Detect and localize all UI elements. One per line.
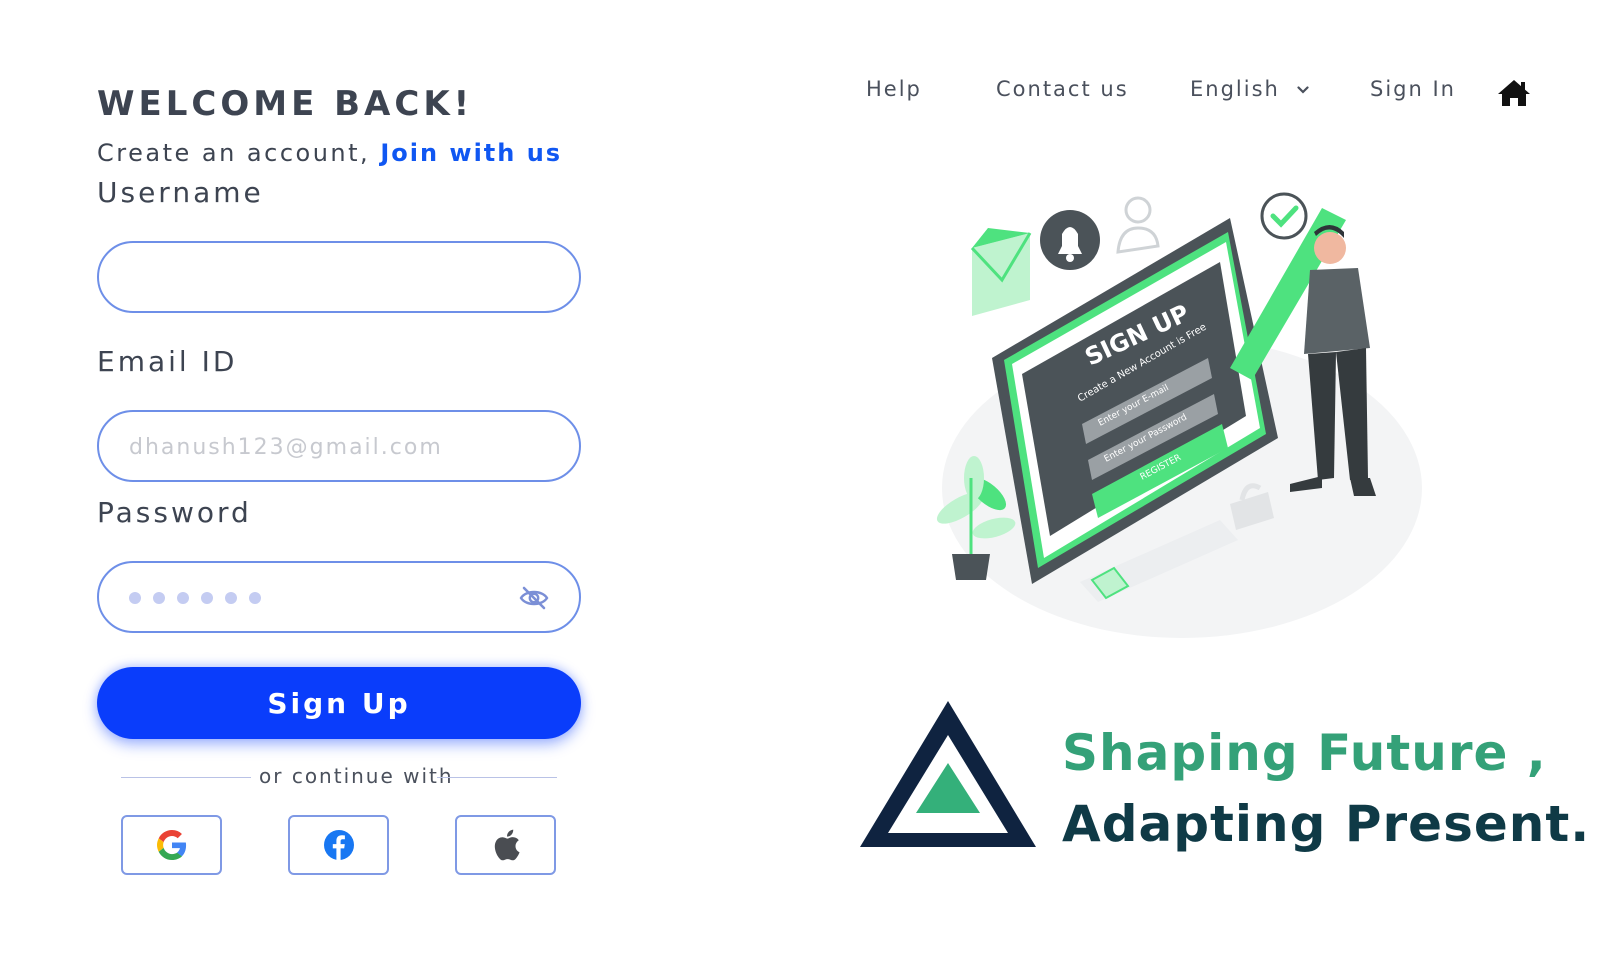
- google-login-button[interactable]: [121, 815, 222, 875]
- password-dot: [249, 592, 261, 604]
- apple-icon: [494, 829, 519, 861]
- language-select[interactable]: English: [1190, 77, 1309, 101]
- email-label: Email ID: [97, 345, 238, 378]
- password-dot: [129, 592, 141, 604]
- divider-line-left: [121, 777, 251, 778]
- page-title: WELCOME BACK!: [97, 84, 474, 124]
- language-label: English: [1190, 77, 1280, 101]
- join-link[interactable]: Join with us: [380, 139, 562, 167]
- email-field[interactable]: [97, 410, 581, 482]
- sign-up-button[interactable]: Sign Up: [97, 667, 581, 739]
- check-icon: [1260, 192, 1308, 240]
- brand-logo: [860, 701, 1036, 847]
- bell-icon: [1040, 210, 1100, 270]
- subtitle-text: Create an account,: [97, 139, 371, 167]
- signup-illustration: SIGN UP Create a New Account is Free Ent…: [936, 192, 1422, 638]
- envelope-icon: [970, 228, 1032, 316]
- home-icon[interactable]: [1497, 78, 1531, 108]
- nav-help[interactable]: Help: [866, 77, 922, 101]
- nav-sign-in[interactable]: Sign In: [1370, 77, 1456, 101]
- username-label: Username: [97, 176, 264, 209]
- divider-line-right: [437, 777, 557, 778]
- apple-login-button[interactable]: [455, 815, 556, 875]
- password-label: Password: [97, 496, 252, 529]
- chevron-down-icon: [1296, 86, 1309, 94]
- password-field[interactable]: [97, 561, 581, 633]
- brand-slogan-line2: Adapting Present.: [1062, 795, 1591, 853]
- page-subtitle: Create an account, Join with us: [97, 139, 562, 167]
- facebook-login-button[interactable]: [288, 815, 389, 875]
- username-field[interactable]: [97, 241, 581, 313]
- password-mask: [129, 592, 261, 604]
- nav-contact-us[interactable]: Contact us: [996, 77, 1129, 101]
- username-input[interactable]: [129, 259, 529, 297]
- password-dot: [153, 592, 165, 604]
- facebook-icon: [323, 830, 354, 860]
- google-icon: [156, 830, 186, 860]
- eye-off-icon[interactable]: [519, 585, 549, 611]
- password-dot: [177, 592, 189, 604]
- user-outline-icon: [1116, 196, 1160, 254]
- email-input[interactable]: [129, 428, 529, 466]
- divider-text: or continue with: [259, 764, 454, 788]
- password-dot: [225, 592, 237, 604]
- continue-divider: or continue with: [121, 764, 557, 790]
- password-dot: [201, 592, 213, 604]
- brand-slogan-line1: Shaping Future ,: [1062, 724, 1547, 782]
